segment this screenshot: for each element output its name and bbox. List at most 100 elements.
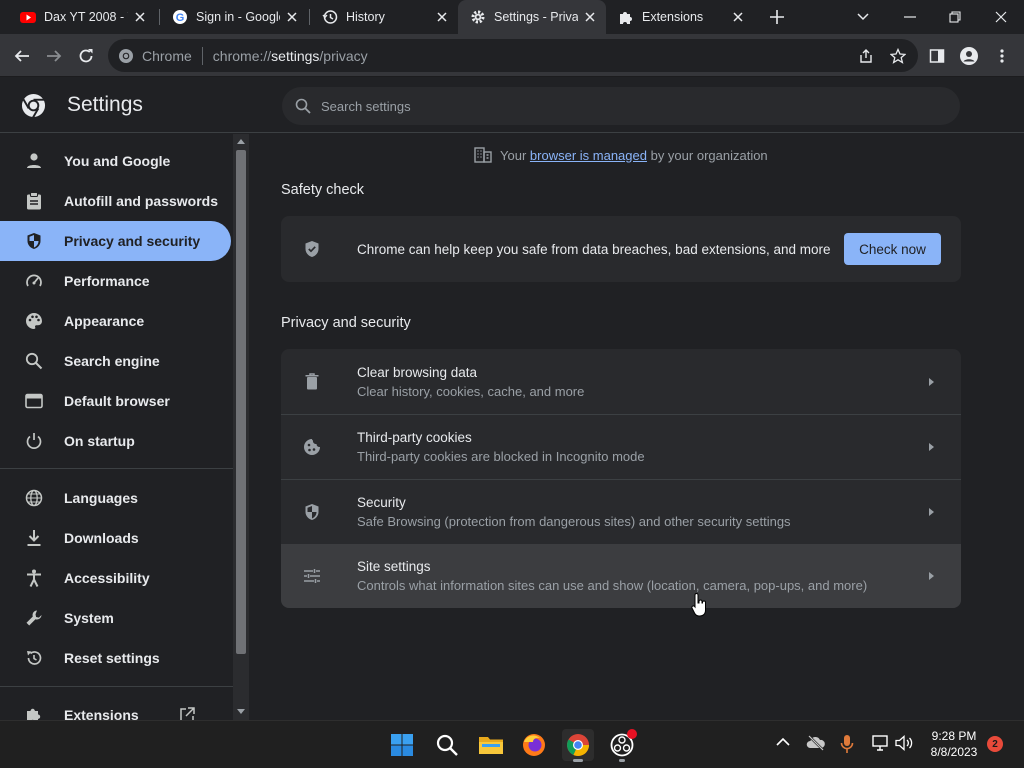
search-input[interactable]	[321, 98, 921, 114]
search-icon	[295, 98, 311, 114]
sidebar-item-reset-settings[interactable]: Reset settings	[0, 638, 231, 678]
back-button[interactable]	[8, 42, 36, 70]
tab-google-sign-in[interactable]: G Sign in - Google Accounts	[160, 0, 308, 34]
restore-button[interactable]	[945, 7, 965, 27]
close-window-button[interactable]	[991, 7, 1011, 27]
sidebar-item-label: Search engine	[64, 353, 160, 369]
tab-title: Sign in - Google Accounts	[196, 10, 280, 24]
close-tab-icon[interactable]	[284, 9, 300, 25]
bookmark-button[interactable]	[884, 42, 912, 70]
microphone-button[interactable]	[840, 734, 854, 754]
safety-check-heading: Safety check	[281, 182, 365, 198]
side-panel-icon	[929, 49, 945, 63]
minimize-button[interactable]	[900, 7, 920, 27]
notification-badge[interactable]: 2	[987, 736, 1003, 752]
tab-search-button[interactable]	[853, 7, 873, 27]
search-box[interactable]	[282, 87, 960, 125]
row-subtitle: Safe Browsing (protection from dangerous…	[357, 513, 791, 529]
browser-icon	[24, 391, 44, 411]
menu-button[interactable]	[988, 42, 1016, 70]
palette-icon	[24, 311, 44, 331]
row-title: Third-party cookies	[357, 429, 472, 445]
sidebar-item-accessibility[interactable]: Accessibility	[0, 558, 231, 598]
close-tab-icon[interactable]	[132, 9, 148, 25]
row-title: Clear browsing data	[357, 364, 478, 380]
close-tab-icon[interactable]	[434, 9, 450, 25]
sidebar-item-label: Downloads	[64, 530, 139, 546]
tab-title: Dax YT 2008 - YouTube	[44, 10, 128, 24]
show-hidden-icons-button[interactable]	[776, 737, 790, 747]
folder-icon	[479, 737, 503, 754]
scrollbar-thumb[interactable]	[236, 150, 246, 654]
security-row[interactable]: Security Safe Browsing (protection from …	[281, 479, 961, 544]
new-tab-button[interactable]	[767, 7, 787, 27]
sidebar-scrollbar[interactable]	[233, 134, 249, 720]
main-content: Your browser is managed by your organiza…	[250, 134, 1024, 720]
tab-history[interactable]: History	[310, 0, 458, 34]
wrench-icon	[24, 608, 44, 628]
arrow-right-icon	[923, 507, 939, 516]
shield-icon	[24, 231, 44, 251]
third-party-cookies-row[interactable]: Third-party cookies Third-party cookies …	[281, 414, 961, 479]
obs-button[interactable]	[606, 729, 638, 762]
sidebar-item-languages[interactable]: Languages	[0, 478, 231, 518]
reload-button[interactable]	[72, 42, 100, 70]
address-bar[interactable]: Chrome chrome://settings/privacy	[108, 39, 918, 72]
side-panel-button[interactable]	[923, 42, 951, 70]
file-explorer-button[interactable]	[475, 729, 507, 761]
url-text: chrome://settings/privacy	[212, 47, 368, 64]
sidebar-item-default-browser[interactable]: Default browser	[0, 381, 231, 421]
tab-youtube[interactable]: Dax YT 2008 - YouTube	[8, 0, 156, 34]
clipboard-icon	[24, 191, 44, 211]
windows-start-button[interactable]	[386, 729, 418, 761]
sidebar: You and Google Autofill and passwords Pr…	[0, 134, 250, 720]
onedrive-button[interactable]	[806, 735, 826, 751]
sidebar-item-label: On startup	[64, 433, 135, 449]
site-chip[interactable]: Chrome	[108, 48, 192, 64]
sidebar-item-privacy-and-security[interactable]: Privacy and security	[0, 221, 231, 261]
sidebar-item-you-and-google[interactable]: You and Google	[0, 141, 231, 181]
hand-cursor-icon	[691, 593, 706, 617]
close-tab-icon[interactable]	[730, 9, 746, 25]
profile-button[interactable]	[955, 42, 983, 70]
site-settings-row[interactable]: Site settings Controls what information …	[281, 544, 961, 608]
speaker-icon	[895, 735, 913, 751]
scroll-down-icon[interactable]	[237, 709, 245, 714]
network-button[interactable]	[871, 735, 889, 751]
forward-button[interactable]	[40, 42, 68, 70]
clear-browsing-data-row[interactable]: Clear browsing data Clear history, cooki…	[281, 349, 961, 414]
clock[interactable]: 9:28 PM 8/8/2023	[924, 728, 984, 760]
firefox-button[interactable]	[518, 729, 550, 761]
browser-managed-link[interactable]: browser is managed	[530, 148, 647, 163]
tab-extensions[interactable]: Extensions	[606, 0, 754, 34]
sidebar-item-performance[interactable]: Performance	[0, 261, 231, 301]
recording-indicator	[627, 729, 637, 739]
sidebar-item-system[interactable]: System	[0, 598, 231, 638]
chrome-icon	[567, 734, 589, 756]
sidebar-item-extensions[interactable]: Extensions	[0, 695, 231, 720]
person-icon	[24, 151, 44, 171]
check-now-button[interactable]: Check now	[844, 233, 941, 265]
chrome-taskbar-button[interactable]	[562, 729, 594, 762]
sidebar-item-label: You and Google	[64, 153, 171, 169]
sidebar-item-autofill[interactable]: Autofill and passwords	[0, 181, 231, 221]
sidebar-item-on-startup[interactable]: On startup	[0, 421, 231, 461]
scroll-up-icon[interactable]	[237, 139, 245, 144]
microphone-icon	[840, 735, 854, 753]
sidebar-item-search-engine[interactable]: Search engine	[0, 341, 231, 381]
share-button[interactable]	[852, 42, 880, 70]
taskbar-search-button[interactable]	[431, 729, 463, 761]
youtube-icon	[20, 9, 36, 25]
chevron-down-icon	[857, 13, 869, 21]
privacy-card: Clear browsing data Clear history, cooki…	[281, 349, 961, 608]
reload-icon	[79, 49, 93, 63]
close-tab-icon[interactable]	[582, 9, 598, 25]
sidebar-item-label: Privacy and security	[64, 233, 201, 249]
sidebar-item-appearance[interactable]: Appearance	[0, 301, 231, 341]
site-chip-label: Chrome	[142, 47, 192, 64]
sidebar-item-downloads[interactable]: Downloads	[0, 518, 231, 558]
chevron-up-icon	[776, 737, 790, 746]
volume-button[interactable]	[895, 735, 913, 751]
tab-settings[interactable]: Settings - Privacy and security	[458, 0, 606, 34]
arrow-right-icon	[47, 50, 62, 62]
